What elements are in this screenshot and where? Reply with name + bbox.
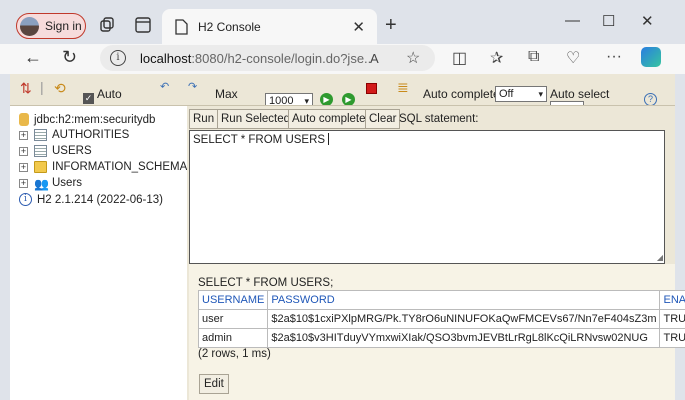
text-caret (328, 133, 330, 145)
commit-icon[interactable]: ↷ (188, 80, 197, 93)
max-rows-label: Max (215, 87, 238, 101)
h2-toolbar: ⇅ | ⟲ ✓ Auto ↶ ↷ Max 1000 ▾ ▶ ▶ ≣ Auto co… (10, 74, 675, 106)
tree-item-users-role[interactable]: + 👥 Users (19, 177, 83, 191)
browser-essentials-icon[interactable]: ♡ (566, 48, 580, 68)
table-cell: user (197, 309, 269, 329)
address-bar-row: ← ↻ i localhost:8080/h2-console/login.do… (0, 44, 685, 74)
auto-commit-label: Auto (97, 87, 122, 101)
avatar (20, 16, 39, 36)
expand-icon[interactable]: + (19, 146, 28, 156)
split-screen-icon[interactable]: ◫ (452, 48, 467, 68)
url-text: localhost:8080/h2-console/login.do?jse..… (140, 50, 370, 66)
clear-button[interactable]: Clear (365, 109, 401, 129)
read-aloud-icon[interactable]: A (370, 51, 379, 66)
vertical-tabs-icon[interactable] (134, 16, 152, 34)
refresh-tree-icon[interactable]: ⟲ (54, 80, 66, 97)
sql-text: SELECT * FROM USERS (193, 134, 326, 146)
tree-item-label: AUTHORITIES (52, 129, 130, 141)
sql-editor[interactable]: SELECT * FROM USERS ◢ (189, 130, 665, 264)
results-panel: SELECT * FROM USERS; USERNAME PASSWORD E… (189, 264, 685, 400)
workspaces-icon[interactable] (98, 16, 116, 34)
table-cell: TRUE (659, 309, 685, 329)
table-icon (34, 145, 47, 157)
browser-tab-strip: Sign in H2 Console ✕ + — ☐ ✕ (0, 0, 685, 44)
run-selected-button[interactable]: Run Selected (217, 109, 295, 129)
new-tab-icon[interactable]: + (385, 14, 397, 37)
auto-complete-select[interactable]: Off ▾ (495, 86, 547, 102)
auto-complete-button[interactable]: Auto complete (288, 109, 370, 129)
expand-icon[interactable]: + (19, 130, 28, 140)
favorite-star-icon[interactable]: ☆ (406, 48, 420, 68)
table-cell: admin (197, 328, 269, 348)
favorites-icon[interactable]: ✰ (490, 48, 503, 68)
site-info-icon[interactable]: i (110, 50, 126, 66)
tab-title: H2 Console (198, 19, 261, 34)
result-query-echo: SELECT * FROM USERS; (198, 277, 334, 289)
run-icon[interactable]: ▶ (320, 93, 333, 105)
close-tab-icon[interactable]: ✕ (352, 18, 365, 36)
close-window-icon[interactable]: ✕ (641, 12, 654, 30)
table-cell: TRUE (659, 328, 685, 348)
back-icon[interactable]: ← (24, 47, 42, 68)
collections-icon[interactable]: ⧉ (528, 48, 539, 66)
run-selected-icon[interactable]: ▶ (342, 93, 355, 105)
tree-item-label: Users (52, 177, 83, 189)
auto-select-label: Auto select (550, 87, 610, 101)
resize-grip-icon[interactable]: ◢ (657, 253, 663, 262)
signin-label: Sign in (45, 19, 82, 33)
tree-item-label: USERS (52, 145, 92, 157)
column-header-username[interactable]: USERNAME (197, 290, 269, 310)
folder-icon (34, 161, 47, 173)
edit-button[interactable]: Edit (199, 374, 229, 394)
tree-item-label: INFORMATION_SCHEMA (52, 161, 188, 173)
table-header-row: USERNAME PASSWORD ENABI (197, 290, 685, 310)
query-pane: Run Run Selected Auto complete Clear SQL… (187, 106, 685, 400)
refresh-icon[interactable]: ↻ (62, 47, 77, 68)
table-cell: $2a$10$1cxiPXlpMRG/Pk.TY8rO6uNINUFOKaQwF… (267, 309, 661, 329)
minimize-icon[interactable]: — (565, 12, 580, 29)
maximize-icon[interactable]: ☐ (602, 12, 615, 30)
auto-complete-label: Auto complete (423, 87, 500, 101)
connection-url: jdbc:h2:mem:securitydb (34, 113, 156, 126)
address-bar[interactable]: i localhost:8080/h2-console/login.do?jse… (100, 45, 435, 71)
users-icon: 👥 (34, 177, 49, 191)
expand-icon[interactable]: + (19, 162, 28, 172)
tree-item-authorities[interactable]: + AUTHORITIES (19, 129, 129, 141)
stop-icon[interactable] (366, 83, 377, 94)
info-icon: i (19, 193, 32, 206)
sql-statement-label: SQL statement: (399, 113, 479, 125)
more-menu-icon[interactable]: ··· (606, 48, 622, 66)
expand-icon[interactable]: + (19, 178, 28, 188)
max-rows-select[interactable]: 1000 ▾ (265, 93, 313, 105)
tree-connection[interactable]: jdbc:h2:mem:securitydb (19, 113, 155, 126)
tree-item-information-schema[interactable]: + INFORMATION_SCHEMA (19, 161, 187, 173)
schema-tree: jdbc:h2:mem:securitydb + AUTHORITIES + U… (10, 106, 187, 400)
page-icon (175, 18, 188, 35)
window-right-edge (675, 74, 685, 400)
table-cell: $2a$10$v3HITduyVYmxwiXIak/QSO3bvmJEVBtLr… (267, 328, 661, 348)
table-row: user $2a$10$1cxiPXlpMRG/Pk.TY8rO6uNINUFO… (197, 309, 685, 329)
table-icon (34, 129, 47, 141)
column-header-enabled[interactable]: ENABI (659, 290, 685, 310)
column-header-password[interactable]: PASSWORD (267, 290, 661, 310)
profile-signin-button[interactable]: Sign in (16, 13, 86, 39)
rollback-icon[interactable]: ↶ (160, 80, 169, 93)
version-label: H2 2.1.214 (2022-06-13) (37, 193, 163, 206)
results-table: USERNAME PASSWORD ENABI user $2a$10$1cxi… (197, 290, 685, 348)
database-icon (19, 113, 29, 126)
separator: | (40, 79, 44, 95)
row-count: (2 rows, 1 ms) (198, 348, 271, 360)
tree-version: i H2 2.1.214 (2022-06-13) (19, 193, 163, 206)
window-left-edge (0, 74, 10, 400)
disconnect-icon[interactable]: ⇅ (20, 80, 32, 97)
history-icon[interactable]: ≣ (397, 79, 409, 96)
auto-commit-checkbox[interactable]: ✓ (83, 93, 94, 104)
help-icon[interactable]: ? (644, 93, 657, 105)
tab-h2-console[interactable]: H2 Console ✕ (162, 9, 377, 44)
run-button[interactable]: Run (189, 109, 219, 129)
tree-item-users-table[interactable]: + USERS (19, 145, 92, 157)
table-row: admin $2a$10$v3HITduyVYmxwiXIak/QSO3bvmJ… (197, 328, 685, 348)
copilot-icon[interactable] (641, 47, 661, 67)
